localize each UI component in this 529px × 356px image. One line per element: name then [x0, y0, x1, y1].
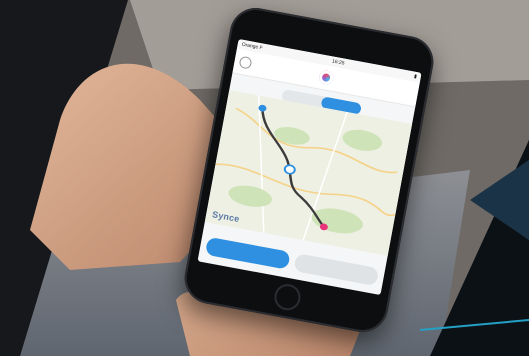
primary-button[interactable]: [204, 236, 291, 270]
photo-scene: Orange F 16:25 ▮ Synce: [0, 0, 529, 356]
battery-icon: ▮: [413, 73, 418, 81]
app-logo: [317, 69, 335, 86]
home-button[interactable]: [272, 282, 303, 313]
secondary-button[interactable]: [293, 253, 380, 287]
map-view[interactable]: [204, 90, 413, 256]
time-label: 16:25: [331, 58, 345, 67]
profile-icon[interactable]: [238, 55, 253, 70]
current-location-icon: [283, 164, 296, 175]
phone-screen: Orange F 16:25 ▮ Synce: [197, 38, 422, 296]
